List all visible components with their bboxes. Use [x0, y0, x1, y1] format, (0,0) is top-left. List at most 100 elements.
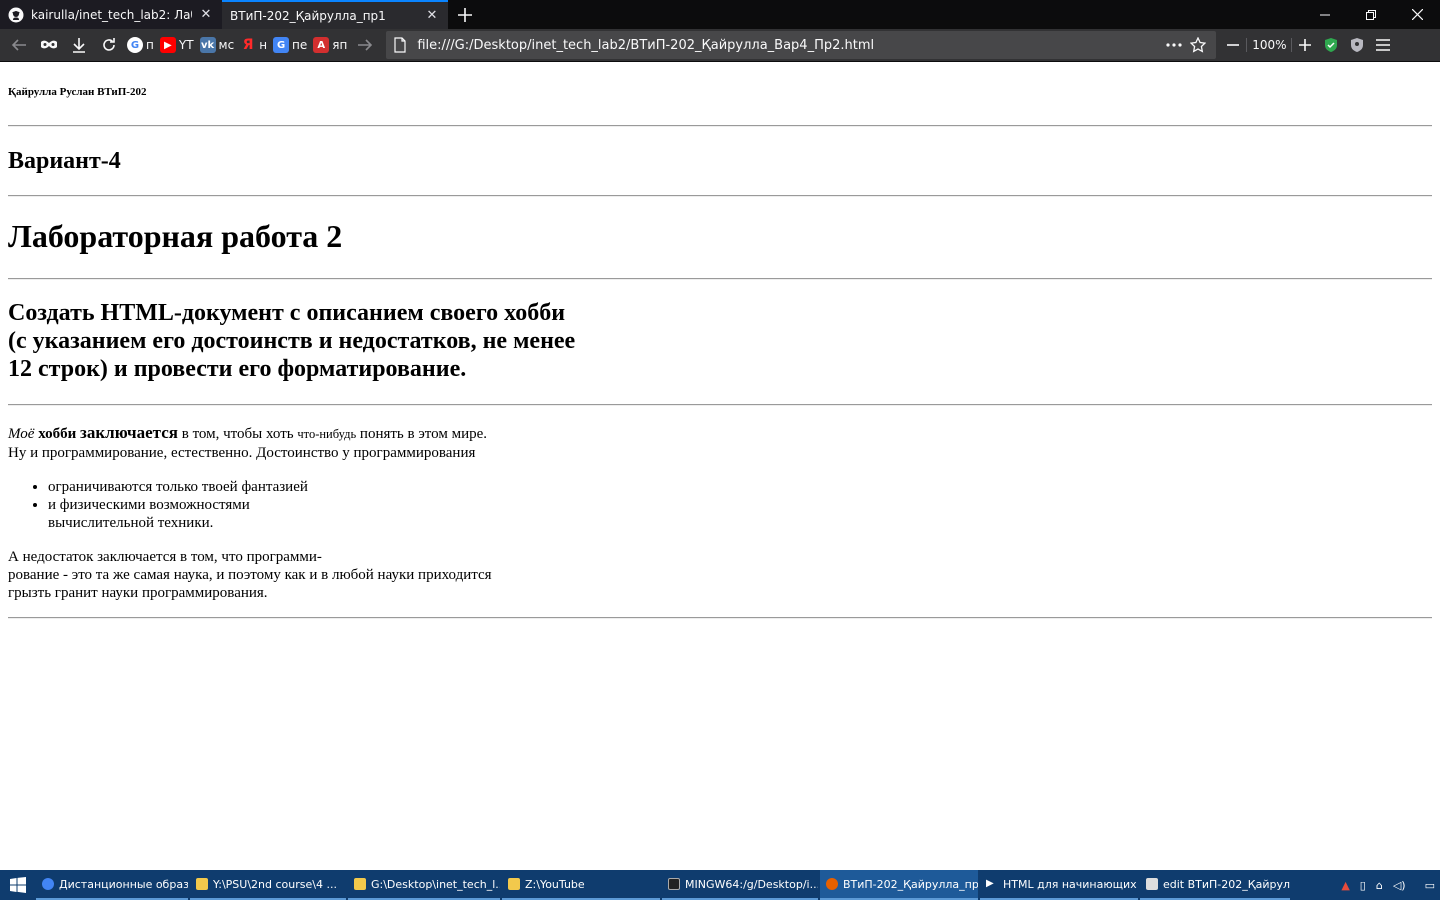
task-line: 12 строк) и провести его форматирование.: [8, 356, 467, 382]
bold-text: хобби: [38, 426, 77, 442]
system-tray: ▲ ▯ ⌂ ◁) ▭: [1336, 879, 1440, 892]
taskbar-item-explorer-psu[interactable]: Y:\PSU\2nd course\4 ...: [190, 870, 346, 900]
hobby-paragraph: Моё хобби заключается в том, чтобы хоть …: [8, 423, 487, 463]
window-controls: [1302, 0, 1440, 29]
disadvantage-paragraph: А недостаток заключается в том, что прог…: [8, 548, 492, 602]
terminal-icon: [668, 878, 680, 890]
tab-github[interactable]: kairulla/inet_tech_lab2: Лабор ✕: [0, 0, 222, 29]
plus-icon: [458, 7, 472, 22]
battery-icon[interactable]: ▯: [1360, 879, 1366, 892]
zoom-level[interactable]: 100%: [1246, 38, 1293, 52]
forward-button[interactable]: [350, 30, 380, 60]
taskbar-item-label: Z:\YouTube: [525, 877, 585, 891]
adblock-extension-button[interactable]: [1318, 32, 1344, 58]
bookmark-yandex[interactable]: Я н: [237, 33, 270, 57]
taskbar-item-label: edit ВТиП-202_Қайрулла...: [1163, 877, 1290, 891]
windows-taskbar: Дистанционные образоват... Y:\PSU\2nd co…: [0, 870, 1440, 900]
bookmark-label: н: [259, 38, 268, 52]
minus-icon: [1227, 44, 1240, 46]
close-window-button[interactable]: [1394, 0, 1440, 29]
task-heading: Создать HTML-документ с описанием своего…: [8, 299, 575, 383]
bookmark-youtube[interactable]: ▶ YT: [157, 33, 197, 57]
bookmark-google[interactable]: G п: [124, 33, 157, 57]
bookmark-label: мс: [218, 38, 235, 52]
arrow-left-icon: [11, 39, 26, 51]
taskbar-item-label: HTML для начинающих - ...: [1003, 877, 1138, 891]
downloads-button[interactable]: [64, 30, 94, 60]
folder-icon: [508, 878, 520, 890]
start-button[interactable]: [0, 870, 36, 900]
bookmark-vk[interactable]: vk мс: [197, 33, 238, 57]
chrome-icon: [42, 878, 54, 890]
shield-icon: [1351, 38, 1364, 52]
bookmark-translate[interactable]: G пе: [270, 33, 310, 57]
taskbar-item-label: Y:\PSU\2nd course\4 ...: [213, 877, 337, 891]
lab-title-heading: Лабораторная работа 2: [8, 218, 343, 254]
bookmark-dictionary[interactable]: A яп: [310, 33, 350, 57]
browser-nav-bar: G п ▶ YT vk мс Я н G пе A яп file:///G:/…: [0, 29, 1440, 62]
body-text: в том, чтобы хоть: [181, 426, 294, 442]
network-icon[interactable]: ⌂: [1376, 879, 1383, 892]
more-horizontal-icon: [1166, 43, 1182, 47]
reader-button[interactable]: [34, 30, 64, 60]
dictionary-icon: A: [313, 37, 330, 53]
star-icon: [1190, 37, 1207, 53]
volume-icon[interactable]: ◁): [1393, 879, 1406, 892]
page-content: Қайрулла Руслан ВТиП-202 Вариант-4 Лабор…: [0, 62, 1440, 870]
taskbar-item-editor[interactable]: edit ВТиП-202_Қайрулла...: [1140, 870, 1290, 900]
translate-icon: G: [273, 37, 290, 53]
editor-icon: [1146, 878, 1158, 890]
page-icon: [394, 37, 406, 53]
notifications-icon[interactable]: ▭: [1425, 879, 1435, 892]
variant-heading: Вариант-4: [8, 148, 121, 174]
browser-tab-bar: kairulla/inet_tech_lab2: Лабор ✕ ВТиП-20…: [0, 0, 1440, 29]
reload-button[interactable]: [94, 30, 124, 60]
hamburger-menu-icon: [1376, 39, 1391, 51]
small-text: что-нибудь: [297, 427, 357, 441]
restore-button[interactable]: [1348, 0, 1394, 29]
minimize-button[interactable]: [1302, 0, 1348, 29]
folder-icon: [354, 878, 366, 890]
close-icon: [1411, 9, 1423, 20]
player-icon: ▶: [986, 878, 994, 889]
tab-title: kairulla/inet_tech_lab2: Лабор: [31, 7, 192, 22]
body-text: понять в этом мире.: [359, 426, 488, 442]
menu-button[interactable]: [1370, 32, 1396, 58]
list-item: ограничиваются только твоей фантазией: [48, 478, 308, 496]
body-text: Ну и программирование, естественно. Дост…: [8, 445, 476, 461]
reload-icon: [103, 38, 115, 51]
divider: [8, 617, 1432, 619]
divider: [8, 125, 1432, 127]
taskbar-item-firefox[interactable]: ВТиП-202_Қайрулла_пр1...: [820, 870, 978, 900]
zoom-out-button[interactable]: [1220, 32, 1246, 58]
mask-icon: [41, 40, 57, 49]
back-button[interactable]: [4, 30, 34, 60]
privacy-extension-button[interactable]: [1344, 32, 1370, 58]
close-tab-icon[interactable]: ✕: [424, 8, 440, 24]
close-tab-icon[interactable]: ✕: [198, 7, 214, 23]
page-actions-button[interactable]: [1162, 43, 1186, 47]
restore-icon: [1366, 9, 1376, 20]
list-item: и физическими возможностями вычислительно…: [48, 496, 308, 532]
minimize-icon: [1320, 14, 1330, 15]
big-text: заключается: [80, 423, 178, 442]
list-item-text: вычислительной техники.: [48, 515, 214, 531]
google-icon: G: [127, 37, 143, 53]
taskbar-item-video-player[interactable]: ▶ HTML для начинающих - ...: [980, 870, 1138, 900]
url-text[interactable]: file:///G:/Desktop/inet_tech_lab2/ВТиП-2…: [417, 38, 1162, 53]
taskbar-item-explorer-desktop[interactable]: G:\Desktop\inet_tech_l...: [348, 870, 500, 900]
vk-icon: vk: [199, 37, 216, 53]
advantages-list: ограничиваются только твоей фантазией и …: [8, 478, 308, 532]
taskbar-item-explorer-youtube[interactable]: Z:\YouTube: [502, 870, 660, 900]
tray-app-icon[interactable]: ▲: [1341, 879, 1349, 892]
bookmark-star-button[interactable]: [1186, 37, 1210, 53]
youtube-icon: ▶: [159, 37, 176, 53]
zoom-in-button[interactable]: [1292, 32, 1318, 58]
tab-current-page[interactable]: ВТиП-202_Қайрулла_пр1 ✕: [222, 0, 448, 29]
taskbar-item-chrome[interactable]: Дистанционные образоват...: [36, 870, 188, 900]
address-bar[interactable]: file:///G:/Desktop/inet_tech_lab2/ВТиП-2…: [386, 31, 1217, 59]
taskbar-item-label: ВТиП-202_Қайрулла_пр1...: [843, 877, 978, 891]
new-tab-button[interactable]: [448, 0, 482, 29]
taskbar-item-terminal[interactable]: MINGW64:/g/Desktop/i...: [662, 870, 818, 900]
taskbar-item-label: G:\Desktop\inet_tech_l...: [371, 877, 500, 891]
